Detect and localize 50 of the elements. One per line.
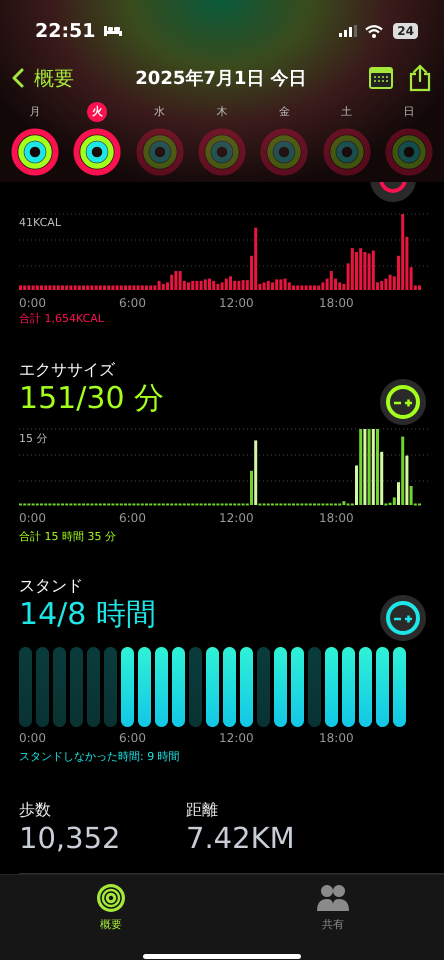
battery-level: 24 xyxy=(393,23,418,39)
stand-title: スタンド xyxy=(19,576,84,597)
chart-scale-label: 15 分 xyxy=(19,431,48,446)
axis-label: 0:00 xyxy=(19,296,47,310)
weekday-label[interactable]: 日 xyxy=(398,102,419,122)
exercise-total: 合計 15 時間 35 分 xyxy=(19,530,116,543)
weekday-label[interactable]: 水 xyxy=(150,102,170,122)
chevron-left-icon xyxy=(12,68,24,88)
axis-label: 0:00 xyxy=(19,731,47,745)
stat-label: 距離 xyxy=(186,800,219,821)
weekday-label[interactable]: 月 xyxy=(25,102,46,122)
wifi-icon xyxy=(365,24,384,38)
bed-icon xyxy=(103,25,124,37)
axis-label: 18:00 xyxy=(319,296,355,310)
share-icon[interactable] xyxy=(408,64,432,92)
stat-value: 10,352 xyxy=(19,821,122,855)
axis-label: 6:00 xyxy=(119,511,147,525)
activity-rings-icon[interactable] xyxy=(11,128,60,176)
stand-value: 14/8 時間 xyxy=(19,597,156,633)
weekday-label[interactable]: 土 xyxy=(336,102,357,122)
date-title: 2025年7月1日 今日 xyxy=(134,67,308,90)
activity-rings-icon[interactable] xyxy=(73,128,122,176)
exercise-value: 151/30 分 xyxy=(19,381,164,417)
stat-value: 7.42KM xyxy=(186,821,296,855)
chart-scale-label: 41KCAL xyxy=(19,216,61,229)
axis-label: 18:00 xyxy=(319,731,355,745)
rings-icon xyxy=(96,883,126,913)
weekday-label[interactable]: 木 xyxy=(212,102,232,122)
status-time: 22:51 xyxy=(35,20,96,42)
goal-adjust-icon[interactable] xyxy=(380,595,426,641)
signal-icon xyxy=(339,25,360,37)
axis-label: 0:00 xyxy=(19,511,47,525)
axis-label: 18:00 xyxy=(319,511,355,525)
weekday-label[interactable]: 火 xyxy=(87,102,108,122)
axis-label: 12:00 xyxy=(219,731,255,745)
axis-label: 12:00 xyxy=(219,296,255,310)
people-icon xyxy=(316,883,350,913)
axis-label: 6:00 xyxy=(119,731,147,745)
move-total: 合計 1,654KCAL xyxy=(19,311,105,326)
tab-button[interactable]: 共有 xyxy=(222,883,444,932)
exercise-title: エクササイズ xyxy=(19,360,116,381)
stand-total: スタンドしなかった時間: 9 時間 xyxy=(19,750,180,763)
weekday-label[interactable]: 金 xyxy=(274,102,294,122)
axis-label: 12:00 xyxy=(219,511,255,525)
axis-label: 6:00 xyxy=(119,296,147,310)
back-button[interactable]: 概要 xyxy=(12,64,74,92)
tab-button[interactable]: 概要 xyxy=(0,883,222,932)
calendar-icon[interactable] xyxy=(368,66,394,90)
goal-adjust-icon[interactable] xyxy=(380,379,426,425)
stat-label: 歩数 xyxy=(19,800,52,821)
